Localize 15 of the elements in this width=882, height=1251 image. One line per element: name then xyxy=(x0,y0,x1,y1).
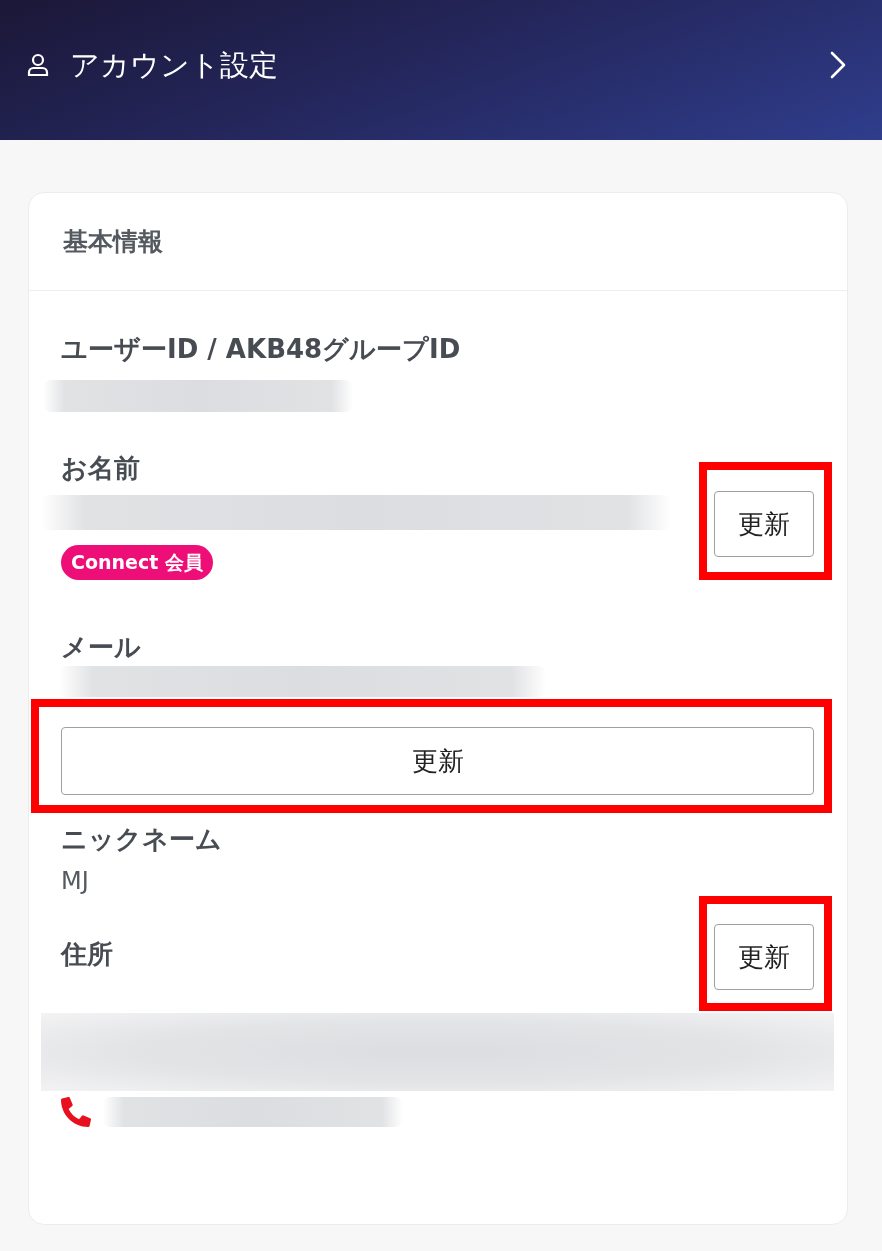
field-label: ニックネーム xyxy=(61,823,223,856)
update-button[interactable]: 更新 xyxy=(714,491,814,557)
header-title: アカウント設定 xyxy=(70,47,278,83)
field-label: ユーザーID / AKB48グループID xyxy=(61,333,462,366)
member-badge: Connect 会員 xyxy=(61,545,213,580)
field-value: MJ xyxy=(61,866,90,896)
phone-icon xyxy=(61,1097,91,1127)
user-icon xyxy=(26,53,50,77)
field-label: お名前 xyxy=(61,452,140,485)
chevron-right-icon[interactable] xyxy=(830,51,846,79)
update-button[interactable]: 更新 xyxy=(61,727,814,795)
card-title: 基本情報 xyxy=(63,226,163,258)
field-label: メール xyxy=(61,631,142,664)
field-label: 住所 xyxy=(61,937,113,971)
update-button[interactable]: 更新 xyxy=(714,924,814,990)
